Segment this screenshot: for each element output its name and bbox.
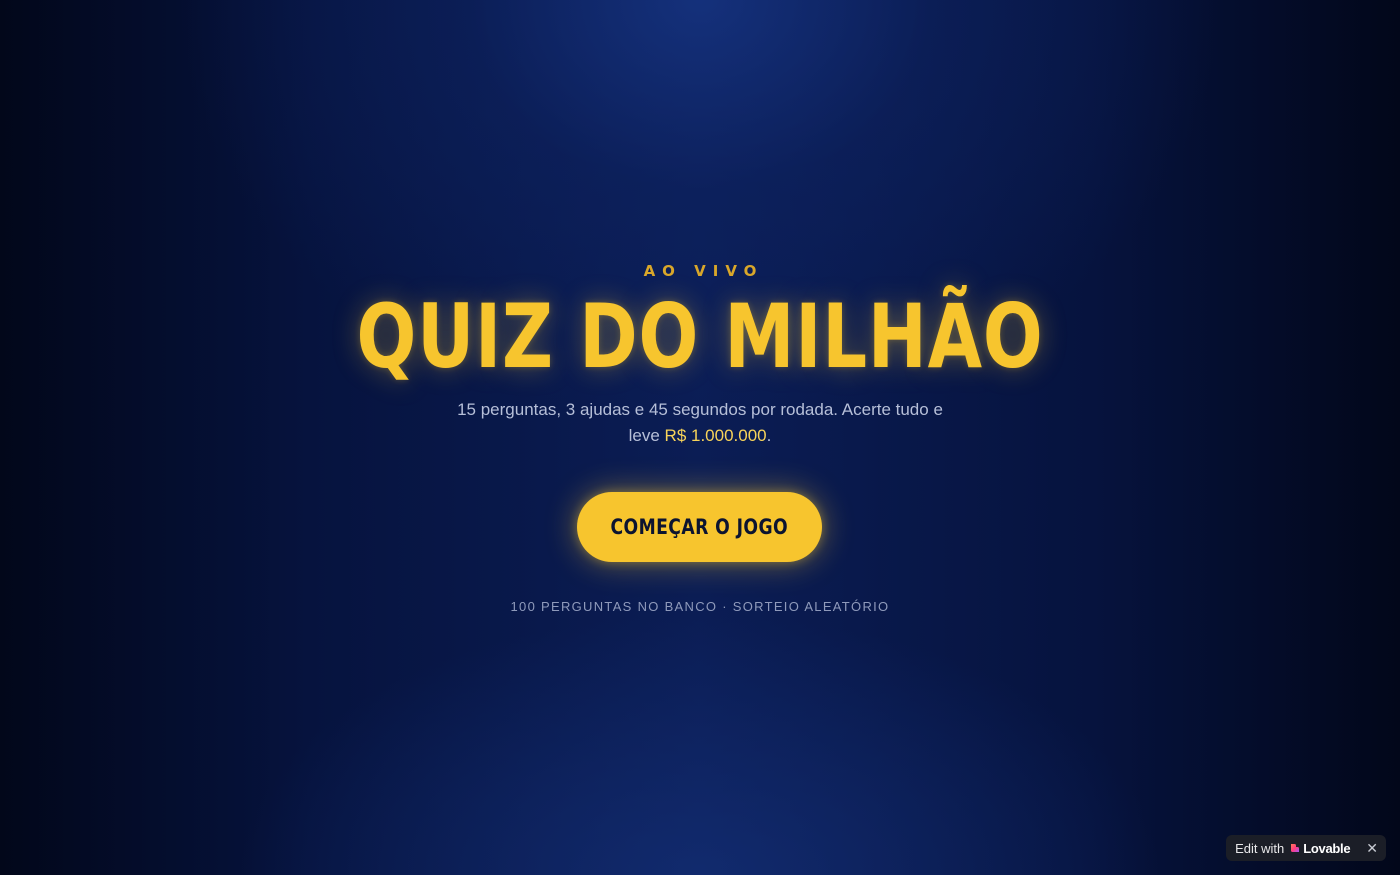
lovable-brand: Lovable xyxy=(1290,840,1351,856)
prize-amount: R$ 1.000.000 xyxy=(664,426,767,445)
lovable-brand-label: Lovable xyxy=(1303,840,1351,856)
close-icon[interactable]: ✕ xyxy=(1366,841,1378,855)
hero-section: AO VIVO QUIZ DO MILHÃO 15 perguntas, 3 a… xyxy=(0,0,1400,875)
question-bank-note: 100 PERGUNTAS NO BANCO · SORTEIO ALEATÓR… xyxy=(510,599,890,614)
badge-prefix: Edit with xyxy=(1235,840,1285,856)
lovable-heart-icon xyxy=(1291,844,1300,852)
start-game-label: COMEÇAR O JOGO xyxy=(610,515,789,539)
page-title: QUIZ DO MILHÃO xyxy=(356,285,1044,388)
edit-with-lovable-badge[interactable]: Edit with Lovable ✕ xyxy=(1226,835,1386,861)
start-game-button[interactable]: COMEÇAR O JOGO xyxy=(577,492,822,562)
description-end: . xyxy=(766,426,772,445)
live-label: AO VIVO xyxy=(643,262,764,280)
hero-description: 15 perguntas, 3 ajudas e 45 segundos por… xyxy=(450,397,950,449)
